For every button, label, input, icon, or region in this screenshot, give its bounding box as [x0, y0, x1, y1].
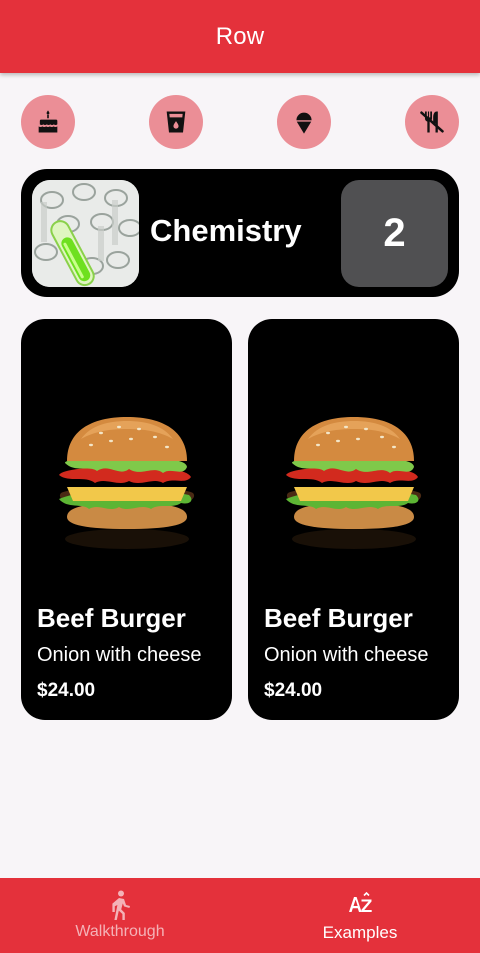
category-drink-button[interactable]: [149, 95, 203, 149]
test-tubes-thumbnail: [32, 180, 139, 287]
info-card[interactable]: Chemistry 2: [21, 169, 459, 297]
cake-icon: [38, 110, 58, 133]
nav-label-examples: Examples: [322, 923, 398, 942]
product-card[interactable]: Beef Burger Onion with cheese $24.00: [248, 319, 459, 720]
burger-image: [286, 417, 422, 549]
no-food-icon: [420, 111, 444, 133]
category-cake-button[interactable]: [21, 95, 75, 149]
category-row: [0, 95, 480, 149]
info-card-title: Chemistry: [150, 213, 302, 248]
product-price: $24.00: [37, 680, 96, 701]
nav-item-examples[interactable]: Examples: [240, 878, 480, 953]
nav-label-walkthrough: Walkthrough: [75, 923, 165, 940]
count-badge: 2: [341, 180, 448, 287]
nav-item-walkthrough[interactable]: Walkthrough: [0, 878, 240, 953]
ice-cream-icon: [296, 112, 312, 134]
count-value: 2: [383, 211, 406, 255]
category-ice-cream-button[interactable]: [277, 95, 331, 149]
walking-person-icon: [109, 890, 131, 920]
product-price: $24.00: [264, 680, 323, 701]
product-name: Beef Burger: [37, 603, 186, 633]
product-card[interactable]: Beef Burger Onion with cheese $24.00: [21, 319, 232, 720]
product-name: Beef Burger: [264, 603, 413, 633]
product-description: Onion with cheese: [264, 644, 429, 666]
product-description: Onion with cheese: [37, 644, 202, 666]
category-no-food-button[interactable]: [405, 95, 459, 149]
bottom-nav: Walkthrough Examples: [0, 878, 480, 953]
app-bar-title: Row: [215, 22, 265, 50]
sort-az-icon: [345, 890, 375, 920]
drink-cup-icon: [166, 111, 186, 133]
burger-image: [59, 417, 195, 549]
app-bar: Row: [0, 0, 480, 73]
